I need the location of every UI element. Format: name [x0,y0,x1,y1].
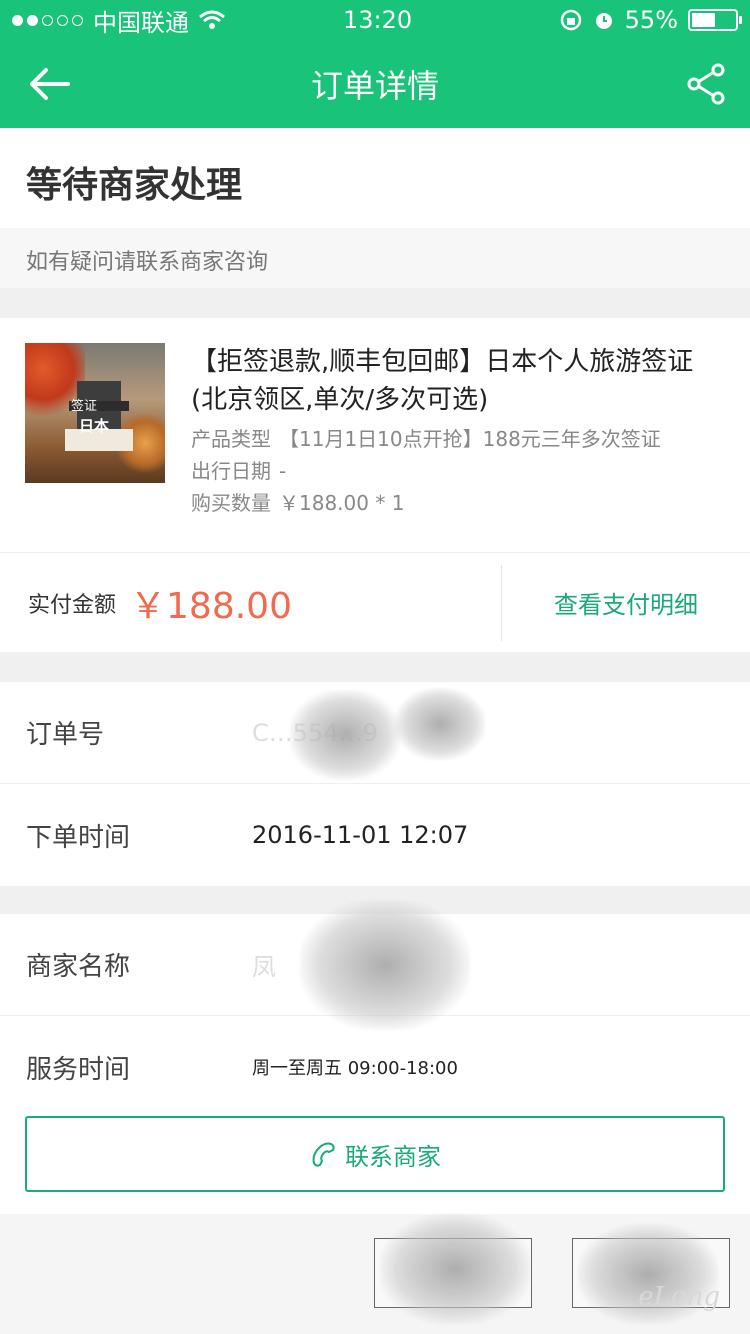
quantity-value: ￥188.00 * 1 [279,491,405,515]
service-hours-label: 服务时间 [26,1054,131,1085]
redaction-mark [395,688,485,760]
order-time-value: 2016-11-01 12:07 [252,821,469,849]
phone-icon [312,1142,335,1167]
carrier-name: 中国联通 [93,8,189,37]
paid-amount-label: 实付金额 [28,592,117,618]
product-type-label: 产品类型 [191,427,271,451]
service-hours-value: 周一至周五 09:00-18:00 [252,1058,458,1079]
contact-hint: 如有疑问请联系商家咨询 [0,228,750,288]
order-number-label: 订单号 [26,720,105,750]
rotation-lock-icon [560,9,581,31]
page-title: 订单详情 [310,67,439,105]
product-card[interactable]: 签证 日本 【拒签退款,顺丰包回邮】日本个人旅游签证(北京领区,单次/多次可选)… [0,318,750,552]
signal-icon [12,14,83,26]
order-time-label: 下单时间 [26,822,131,853]
contact-merchant-button[interactable]: 联系商家 [25,1116,725,1192]
payment-detail-link[interactable]: 查看支付明细 [502,585,750,620]
order-time-row: 下单时间 2016-11-01 12:07 [0,784,750,886]
battery-icon [688,9,742,31]
paid-amount-value: ￥188.00 [130,585,292,627]
thumbnail-caption-top: 签证 [71,399,98,414]
navigation-bar: 订单详情 [0,40,750,128]
travel-date-label: 出行日期 [191,459,271,483]
watermark: eLong [638,1282,720,1312]
order-status-section: 等待商家处理 [0,128,750,228]
product-title: 【拒签退款,顺丰包回邮】日本个人旅游签证(北京领区,单次/多次可选) [191,347,694,415]
alarm-icon [595,13,612,29]
quantity-label: 购买数量 [191,491,271,515]
contact-section: 联系商家 [0,1108,750,1214]
battery-percent: 55% [624,6,678,34]
redaction-mark [380,1214,530,1324]
thumbnail-caption-bottom: 日本 [79,417,110,435]
redaction-mark [300,900,470,1030]
clock: 13:20 [343,6,413,34]
payment-summary: 实付金额 ￥188.00 查看支付明细 [0,552,750,652]
travel-date-value: - [279,459,287,483]
share-icon[interactable] [684,62,728,106]
merchant-name-label: 商家名称 [26,952,131,982]
status-bar: 中国联通 13:20 55% [0,0,750,40]
redaction-mark [290,690,400,780]
order-status-title: 等待商家处理 [26,165,243,206]
contact-merchant-label: 联系商家 [345,1142,441,1171]
merchant-name-value: 凤 [252,953,276,981]
wifi-icon [199,10,225,29]
product-type-value: 【11月1日10点开抢】188元三年多次签证 [279,427,661,451]
back-arrow-icon[interactable] [28,62,72,106]
service-hours-row: 服务时间 周一至周五 09:00-18:00 [0,1016,750,1118]
bottom-action-area: eLong [0,1214,750,1334]
product-thumbnail: 签证 日本 [25,343,165,483]
